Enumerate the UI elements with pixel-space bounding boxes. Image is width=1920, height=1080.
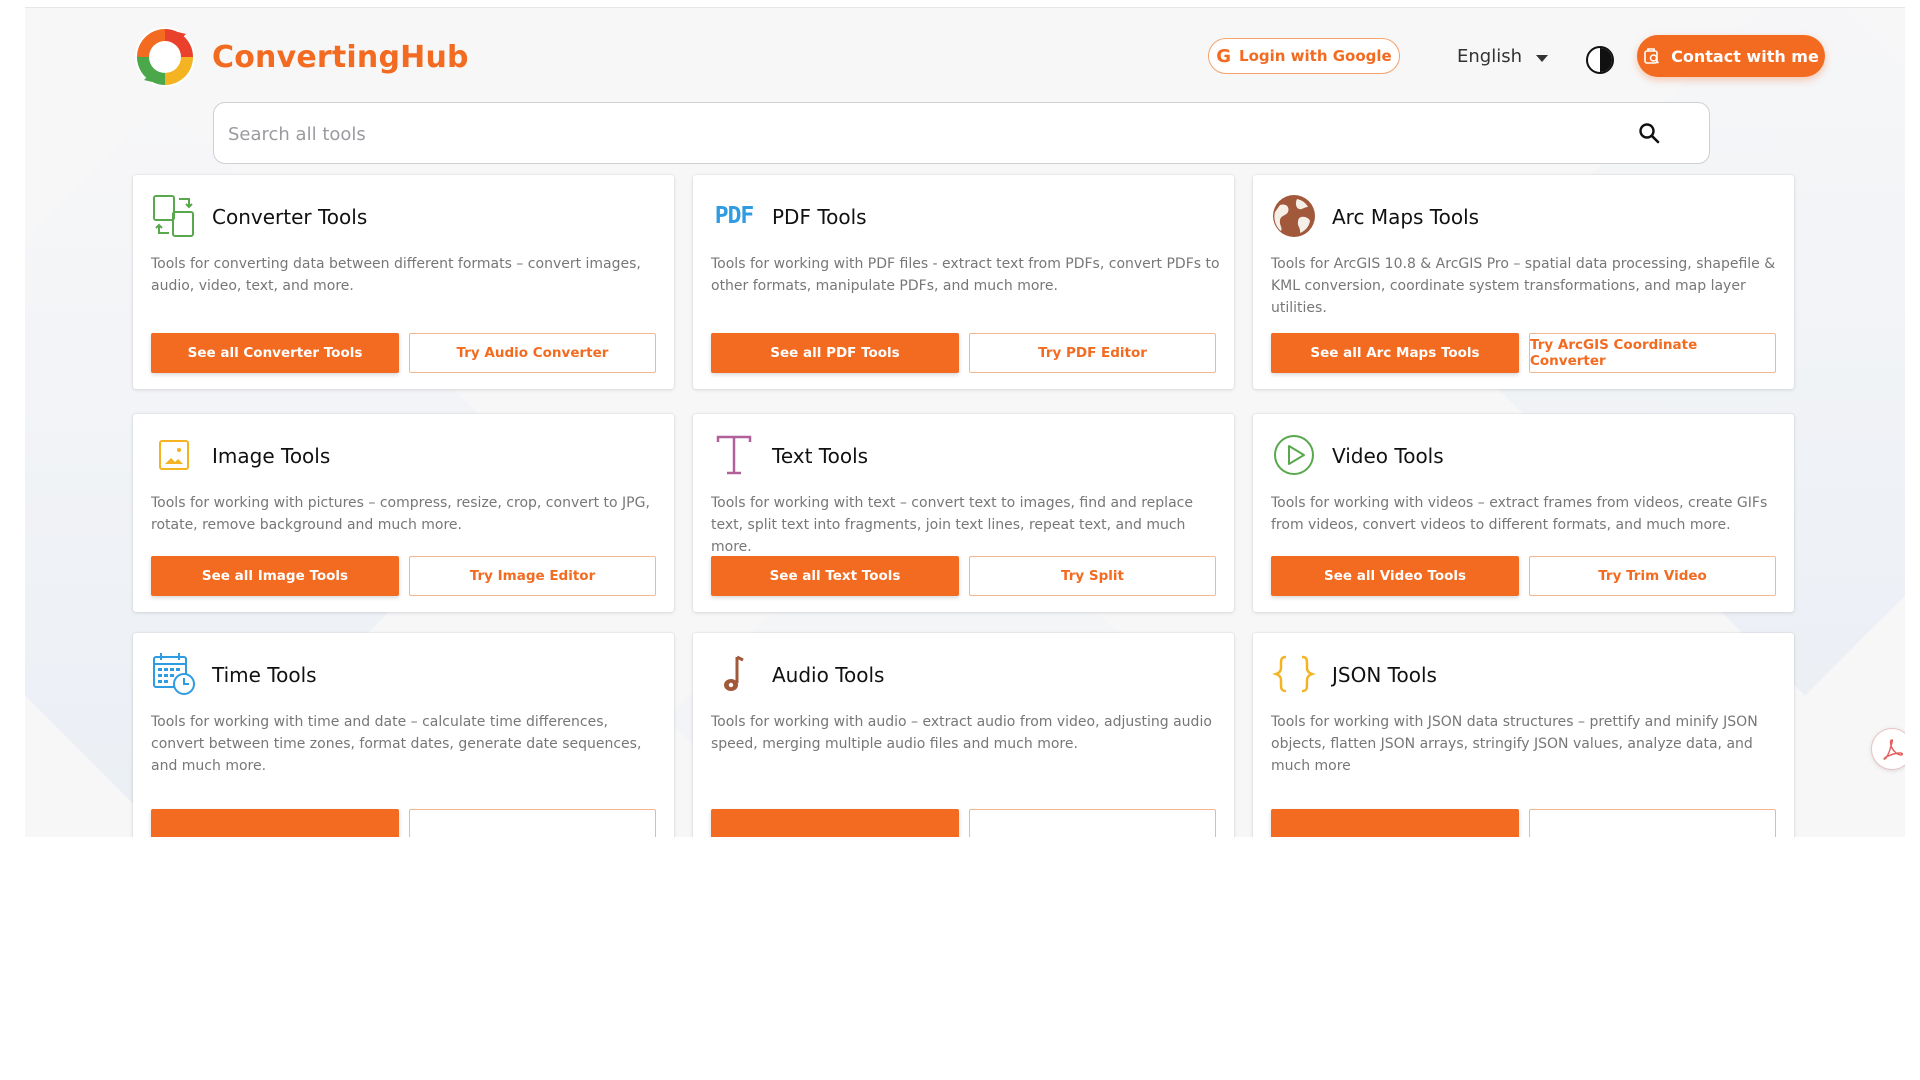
card-title: Converter Tools (212, 205, 368, 229)
card-title: Video Tools (1332, 444, 1444, 468)
card-description: Tools for ArcGIS 10.8 & ArcGIS Pro – spa… (1271, 256, 1776, 316)
pdf-float-button[interactable] (1871, 728, 1905, 770)
text-icon (716, 435, 752, 475)
card-image-tools: Image Tools Tools for working with pictu… (133, 414, 674, 612)
brand-logo-link[interactable]: ConvertingHub (132, 24, 469, 90)
language-label: English (1457, 46, 1522, 67)
see-all-image-tools-button[interactable]: See all Image Tools (151, 556, 399, 596)
image-icon (159, 440, 189, 470)
contact-label: Contact with me (1671, 46, 1819, 66)
try-pdf-editor-button[interactable]: Try PDF Editor (969, 333, 1216, 373)
card-description: Tools for converting data between differ… (151, 256, 641, 294)
converter-icon (153, 195, 194, 237)
search-bar (213, 102, 1710, 165)
see-all-pdf-tools-button[interactable]: See all PDF Tools (711, 333, 959, 373)
theme-toggle-half (1600, 48, 1612, 72)
card-video-tools: Video Tools Tools for working with video… (1253, 414, 1794, 612)
logo-icon (135, 27, 195, 87)
card-text-tools: Text Tools Tools for working with text –… (693, 414, 1234, 612)
card-title: Time Tools (212, 663, 317, 687)
card-title: Image Tools (212, 444, 331, 468)
card-description: Tools for working with pictures – compre… (151, 495, 650, 533)
music-note-icon (724, 655, 744, 691)
login-label: Login with Google (1239, 47, 1392, 65)
caret-down-icon (1536, 54, 1548, 62)
card-description: Tools for working with time and date – c… (151, 714, 642, 774)
card-arc-maps-tools: Arc Maps Tools Tools for ArcGIS 10.8 & A… (1253, 175, 1794, 389)
card-description: Tools for working with audio – extract a… (711, 714, 1212, 752)
contact-button[interactable]: Contact with me (1637, 35, 1825, 77)
try-audio-converter-button[interactable]: Try Audio Converter (409, 333, 656, 373)
card-description: Tools for working with PDF files - extra… (711, 256, 1220, 294)
json-braces-icon (1272, 655, 1316, 693)
search-icon[interactable] (1637, 121, 1661, 145)
card-time-tools: Time Tools Tools for working with time a… (133, 633, 674, 837)
site-header: ConvertingHub G Login with Google Englis… (25, 8, 1905, 108)
card-title: Audio Tools (772, 663, 885, 687)
card-json-tools: JSON Tools Tools for working with JSON d… (1253, 633, 1794, 837)
try-time-tool-button[interactable] (409, 809, 656, 837)
card-pdf-tools: PDF PDF Tools Tools for working with PDF… (693, 175, 1234, 389)
play-icon (1274, 435, 1314, 475)
try-split-button[interactable]: Try Split (969, 556, 1216, 596)
card-description: Tools for working with videos – extract … (1271, 495, 1768, 533)
try-image-editor-button[interactable]: Try Image Editor (409, 556, 656, 596)
card-converter-tools: Converter Tools Tools for converting dat… (133, 175, 674, 389)
brand-name: ConvertingHub (212, 39, 469, 75)
card-title: Text Tools (772, 444, 869, 468)
google-g-icon: G (1216, 45, 1232, 67)
calendar-clock-icon (153, 653, 195, 695)
card-description: Tools for working with JSON data structu… (1271, 714, 1758, 774)
see-all-json-tools-button[interactable] (1271, 809, 1519, 837)
globe-icon (1273, 195, 1315, 237)
see-all-time-tools-button[interactable] (151, 809, 399, 837)
see-all-text-tools-button[interactable]: See all Text Tools (711, 556, 959, 596)
see-all-converter-tools-button[interactable]: See all Converter Tools (151, 333, 399, 373)
pdf-float-icon (1883, 739, 1903, 760)
try-trim-video-button[interactable]: Try Trim Video (1529, 556, 1776, 596)
login-with-google-button[interactable]: G Login with Google (1208, 38, 1400, 74)
page-viewport: ConvertingHub G Login with Google Englis… (25, 7, 1905, 837)
try-json-tool-button[interactable] (1529, 809, 1776, 837)
card-audio-tools: Audio Tools Tools for working with audio… (693, 633, 1234, 837)
card-description: Tools for working with text – convert te… (711, 495, 1193, 555)
see-all-video-tools-button[interactable]: See all Video Tools (1271, 556, 1519, 596)
card-title: JSON Tools (1332, 663, 1437, 687)
language-selector[interactable]: English (1457, 46, 1548, 67)
theme-toggle-icon[interactable] (1586, 46, 1614, 74)
try-audio-tool-button[interactable] (969, 809, 1216, 837)
contact-icon (1644, 48, 1660, 64)
card-title: Arc Maps Tools (1332, 205, 1480, 229)
try-arcgis-coordinate-converter-button[interactable]: Try ArcGIS Coordinate Converter (1529, 333, 1776, 373)
see-all-audio-tools-button[interactable] (711, 809, 959, 837)
search-input[interactable] (214, 103, 1630, 165)
card-title: PDF Tools (772, 205, 867, 229)
pdf-icon: PDF (714, 203, 755, 229)
see-all-arc-maps-tools-button[interactable]: See all Arc Maps Tools (1271, 333, 1519, 373)
